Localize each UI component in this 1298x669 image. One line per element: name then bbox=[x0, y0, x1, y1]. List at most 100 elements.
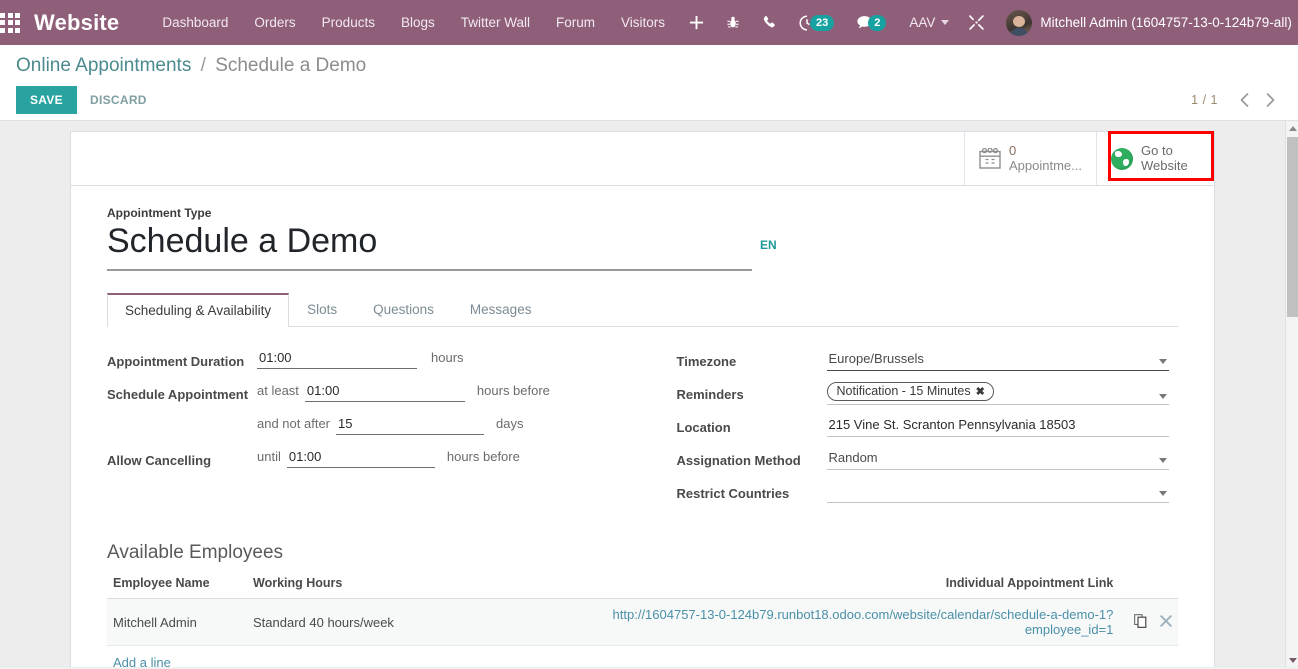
schedule-appointment-label-spacer bbox=[107, 415, 257, 419]
menu-item-products[interactable]: Products bbox=[309, 0, 388, 45]
activity-clock-icon[interactable]: 23 bbox=[788, 0, 845, 45]
remove-tag-icon[interactable]: ✖ bbox=[976, 385, 985, 398]
location-label: Location bbox=[676, 420, 731, 435]
column-row-actions bbox=[1119, 576, 1178, 599]
scroll-up-arrow-icon[interactable] bbox=[1288, 123, 1297, 133]
company-selector-label: AAV bbox=[909, 15, 936, 30]
scrollbar-thumb[interactable] bbox=[1287, 137, 1298, 317]
pager: 1 / 1 bbox=[1191, 88, 1282, 112]
navbar-right-group: 23 2 AAV Mitchell Admin (1604757-13-0-12… bbox=[678, 0, 1298, 45]
reminders-label: Reminders bbox=[676, 387, 744, 402]
tab-messages[interactable]: Messages bbox=[452, 293, 550, 327]
breadcrumb-separator: / bbox=[200, 55, 206, 76]
menu-item-twitter-wall[interactable]: Twitter Wall bbox=[448, 0, 543, 45]
breadcrumb-root-link[interactable]: Online Appointments bbox=[16, 55, 191, 76]
assignation-method-select[interactable] bbox=[826, 448, 1169, 470]
cell-working-hours[interactable]: Standard 40 hours/week bbox=[247, 598, 547, 646]
appointment-type-label: Appointment Type bbox=[107, 206, 212, 220]
field-schedule-appointment-not-after: and not after days bbox=[107, 415, 643, 441]
go-to-website-line2: Website bbox=[1141, 157, 1188, 173]
column-individual-link: Individual Appointment Link bbox=[547, 576, 1120, 599]
notebook: Scheduling & Availability Slots Question… bbox=[71, 293, 1214, 327]
column-working-hours: Working Hours bbox=[247, 576, 547, 599]
cancel-suffix: hours before bbox=[446, 449, 520, 464]
tab-scheduling-availability[interactable]: Scheduling & Availability bbox=[107, 293, 290, 327]
calendar-icon bbox=[979, 148, 1001, 169]
employees-table: Employee Name Working Hours Individual A… bbox=[107, 576, 1178, 646]
not-after-prefix: and not after bbox=[257, 416, 330, 431]
cancel-hours-input[interactable] bbox=[286, 448, 435, 468]
activity-badge-count: 23 bbox=[810, 14, 835, 31]
appointment-duration-input[interactable] bbox=[257, 349, 417, 369]
form-fields: Appointment Duration hours Schedule Appo… bbox=[71, 327, 1214, 514]
add-a-line-button[interactable]: Add a line bbox=[107, 646, 177, 667]
timezone-select[interactable] bbox=[826, 349, 1169, 371]
language-selector[interactable]: EN bbox=[760, 238, 777, 252]
go-to-website-button[interactable]: Go to Website bbox=[1096, 132, 1214, 185]
field-reminders: Reminders Notification - 15 Minutes ✖ bbox=[677, 382, 1179, 408]
control-panel-buttons-row: SAVE DISCARD 1 / 1 bbox=[16, 86, 1282, 114]
chevron-down-icon bbox=[1158, 394, 1167, 399]
messages-icon[interactable]: 2 bbox=[845, 0, 897, 45]
notebook-tabs: Scheduling & Availability Slots Question… bbox=[107, 293, 1178, 327]
breadcrumb-current: Schedule a Demo bbox=[215, 55, 367, 76]
timezone-label: Timezone bbox=[676, 354, 737, 369]
table-row[interactable]: Mitchell Admin Standard 40 hours/week ht… bbox=[107, 598, 1178, 646]
tools-wrench-icon[interactable] bbox=[957, 0, 996, 45]
copy-icon[interactable] bbox=[1134, 613, 1147, 631]
field-allow-cancelling: Allow Cancelling until hours before bbox=[107, 448, 643, 474]
company-selector[interactable]: AAV bbox=[897, 0, 957, 45]
reminder-tag-label: Notification - 15 Minutes bbox=[836, 384, 971, 398]
scroll-down-arrow-icon[interactable] bbox=[1288, 655, 1297, 665]
min-schedule-hours-input[interactable] bbox=[304, 382, 465, 402]
restrict-countries-select[interactable] bbox=[826, 481, 1169, 503]
available-employees-section: Available Employees Employee Name Workin… bbox=[71, 514, 1214, 667]
form-scroll-container: 0 Appointme... Go to Website Appointment… bbox=[0, 121, 1285, 667]
user-menu[interactable]: Mitchell Admin (1604757-13-0-124b79-all) bbox=[996, 0, 1298, 45]
stat-buttons-bar: 0 Appointme... Go to Website bbox=[71, 131, 1214, 186]
appointment-name-input[interactable] bbox=[107, 222, 752, 271]
discard-button[interactable]: DISCARD bbox=[77, 86, 160, 114]
max-schedule-days-input[interactable] bbox=[336, 415, 484, 435]
globe-icon bbox=[1111, 147, 1133, 170]
breadcrumb: Online Appointments / Schedule a Demo bbox=[16, 55, 1282, 77]
cell-row-actions bbox=[1119, 598, 1178, 646]
menu-item-dashboard[interactable]: Dashboard bbox=[149, 0, 241, 45]
reminder-tag[interactable]: Notification - 15 Minutes ✖ bbox=[826, 382, 994, 401]
at-least-suffix: hours before bbox=[476, 383, 550, 398]
appointment-duration-suffix: hours bbox=[431, 350, 464, 365]
main-menu: Dashboard Orders Products Blogs Twitter … bbox=[149, 0, 678, 45]
pager-next-button[interactable] bbox=[1258, 88, 1282, 112]
vertical-scrollbar[interactable] bbox=[1285, 121, 1298, 667]
tab-questions[interactable]: Questions bbox=[355, 293, 452, 327]
appointments-stat-label: Appointme... bbox=[1009, 157, 1082, 173]
cell-individual-link: http://1604757-13-0-124b79.runbot18.odoo… bbox=[547, 598, 1120, 646]
apps-grid-icon[interactable] bbox=[0, 0, 20, 45]
title-block: Appointment Type EN bbox=[71, 186, 1214, 271]
menu-item-forum[interactable]: Forum bbox=[543, 0, 608, 45]
bug-icon[interactable] bbox=[715, 0, 751, 45]
menu-item-visitors[interactable]: Visitors bbox=[608, 0, 678, 45]
cancel-prefix: until bbox=[257, 449, 281, 464]
content-area: 0 Appointme... Go to Website Appointment… bbox=[0, 121, 1298, 667]
assignation-method-label: Assignation Method bbox=[676, 453, 801, 468]
individual-appointment-link[interactable]: http://1604757-13-0-124b79.runbot18.odoo… bbox=[613, 607, 1114, 637]
phone-icon[interactable] bbox=[751, 0, 788, 45]
cell-employee-name[interactable]: Mitchell Admin bbox=[107, 598, 247, 646]
delete-row-icon[interactable] bbox=[1160, 614, 1172, 630]
field-appointment-duration: Appointment Duration hours bbox=[107, 349, 643, 375]
appointments-stat-button[interactable]: 0 Appointme... bbox=[964, 132, 1096, 185]
plus-icon[interactable] bbox=[678, 0, 715, 45]
menu-item-orders[interactable]: Orders bbox=[241, 0, 308, 45]
menu-item-blogs[interactable]: Blogs bbox=[388, 0, 448, 45]
appointments-count: 0 bbox=[1009, 142, 1017, 158]
field-location: Location bbox=[677, 415, 1179, 441]
field-timezone: Timezone bbox=[677, 349, 1179, 375]
save-button[interactable]: SAVE bbox=[16, 86, 77, 114]
messages-badge-count: 2 bbox=[868, 14, 887, 31]
user-menu-label: Mitchell Admin (1604757-13-0-124b79-all) bbox=[1040, 15, 1292, 30]
location-input[interactable] bbox=[826, 415, 1169, 437]
pager-previous-button[interactable] bbox=[1232, 88, 1256, 112]
schedule-appointment-label: Schedule Appointment bbox=[107, 387, 249, 402]
tab-slots[interactable]: Slots bbox=[289, 293, 355, 327]
